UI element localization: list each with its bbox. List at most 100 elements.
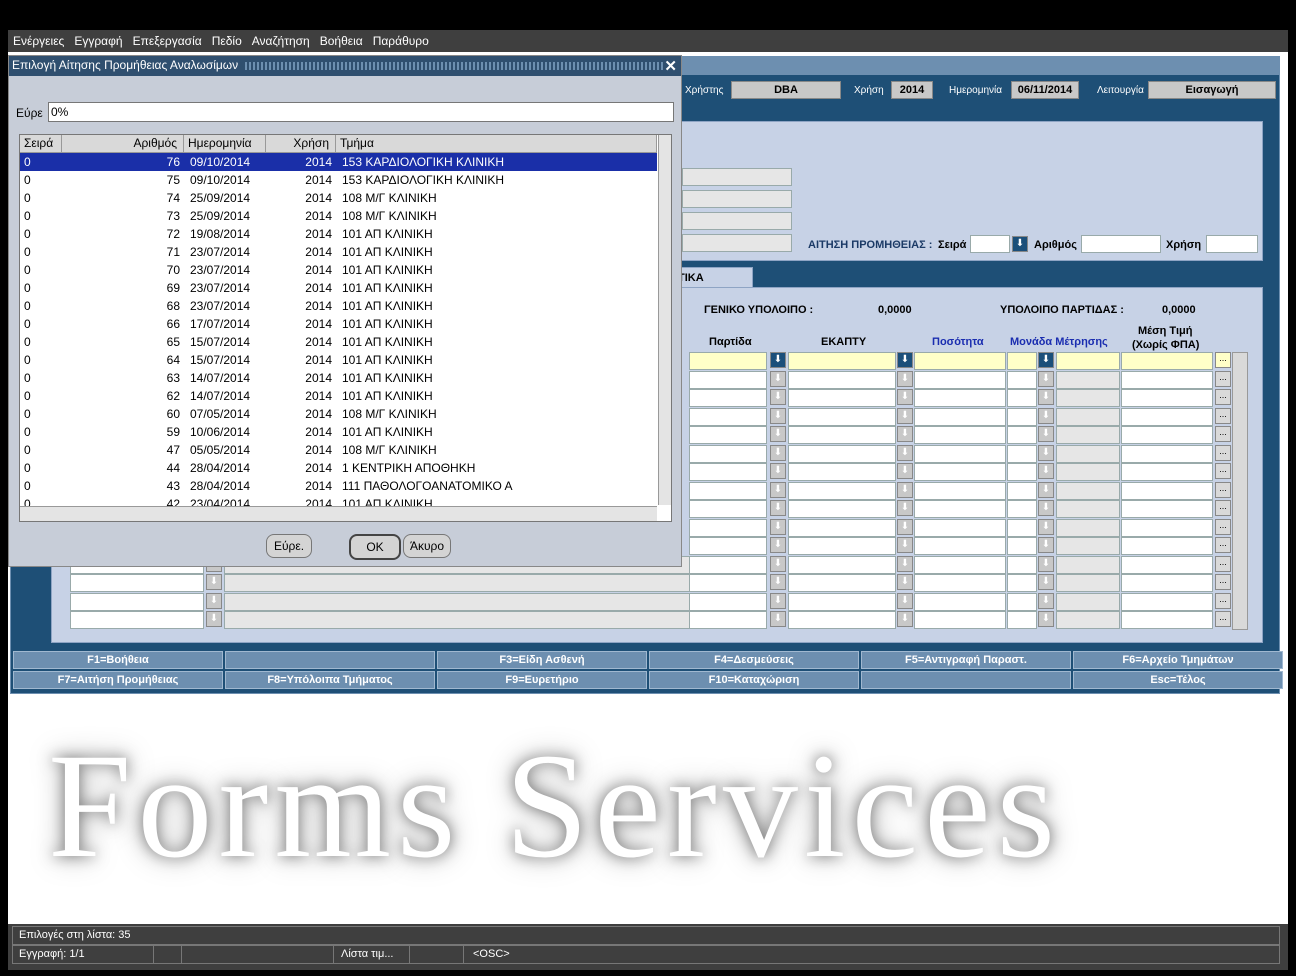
grid-quantity-input[interactable] [914, 518, 1006, 537]
list-row[interactable]: 0 43 28/04/2014 2014 111 ΠΑΘΟΛΟΓΟΑΝΑΤΟΜΙΚΟ Α [20, 477, 657, 495]
menu-item-1[interactable]: Εγγραφή [69, 30, 127, 52]
grid-avg-price-input[interactable] [1121, 537, 1213, 555]
menu-item-5[interactable]: Βοήθεια [315, 30, 368, 52]
grid-batch-input[interactable] [689, 537, 767, 555]
more-icon[interactable]: ... [1215, 370, 1231, 387]
menu-item-6[interactable]: Παράθυρο [368, 30, 434, 52]
grid-unit-input[interactable] [1007, 611, 1037, 629]
grid-ekapty-input[interactable] [788, 481, 896, 500]
more-icon[interactable]: ... [1215, 592, 1231, 609]
grid-batch-input[interactable] [689, 463, 767, 481]
lov-arrow-icon[interactable]: ⬇ [770, 592, 786, 609]
grid-batch-input[interactable] [689, 611, 767, 629]
grid-quantity-input[interactable] [914, 389, 1006, 407]
grid-batch-input[interactable] [689, 574, 767, 592]
lov-arrow-icon[interactable]: ⬇ [897, 537, 913, 553]
header-field-2[interactable] [682, 190, 792, 208]
lov-arrow-icon[interactable]: ⬇ [1038, 407, 1054, 424]
lov-arrow-icon[interactable]: ⬇ [770, 481, 786, 498]
grid-ekapty-input[interactable] [788, 611, 896, 629]
menu-item-0[interactable]: Ενέργειες [8, 30, 69, 52]
list-row[interactable]: 0 64 15/07/2014 2014 101 ΑΠ ΚΛΙΝΙΚΗ [20, 351, 657, 369]
list-row[interactable]: 0 76 09/10/2014 2014 153 ΚΑΡΔΙΟΛΟΓΙΚΗ ΚΛΙΝΙΚ… [20, 153, 657, 171]
lov-arrow-icon[interactable]: ⬇ [897, 518, 913, 535]
grid-ekapty-input[interactable] [788, 370, 896, 389]
lov-arrow-icon[interactable]: ⬇ [897, 574, 913, 590]
more-icon[interactable]: ... [1215, 574, 1231, 590]
function-key-button[interactable] [225, 651, 435, 669]
grid-quantity-input[interactable] [914, 370, 1006, 389]
grid-quantity-input[interactable] [914, 481, 1006, 500]
function-key-button[interactable]: F6=Αρχείο Τμημάτων [1073, 651, 1283, 669]
grid-avg-price-input[interactable] [1121, 426, 1213, 444]
grid-code-input[interactable] [70, 611, 204, 629]
grid-unit-input[interactable] [1007, 592, 1037, 611]
grid-unit-input[interactable] [1007, 537, 1037, 555]
list-row[interactable]: 0 47 05/05/2014 2014 108 Μ/Γ ΚΛΙΝΙΚΗ [20, 441, 657, 459]
grid-ekapty-input[interactable] [788, 389, 896, 407]
lov-arrow-icon[interactable]: ⬇ [1038, 481, 1054, 498]
lov-arrow-icon[interactable]: ⬇ [206, 592, 222, 609]
grid-unit-input[interactable] [1007, 500, 1037, 518]
header-field-4[interactable] [682, 234, 792, 252]
function-key-button[interactable]: F10=Καταχώριση [649, 671, 859, 689]
lov-arrow-icon[interactable]: ⬇ [897, 463, 913, 479]
more-icon[interactable]: ... [1215, 500, 1231, 516]
more-icon[interactable]: ... [1215, 481, 1231, 498]
lov-arrow-icon[interactable]: ⬇ [770, 574, 786, 590]
lov-arrow-icon[interactable]: ⬇ [1038, 426, 1054, 442]
grid-quantity-input[interactable] [914, 537, 1006, 555]
lov-arrow-icon[interactable]: ⬇ [770, 555, 786, 572]
list-column-header[interactable]: Τμήμα [336, 135, 657, 152]
lov-arrow-icon[interactable]: ⬇ [1038, 389, 1054, 405]
grid-ekapty-input[interactable] [788, 407, 896, 426]
lov-arrow-icon[interactable]: ⬇ [1038, 555, 1054, 572]
lov-arrow-icon[interactable]: ⬇ [1038, 500, 1054, 516]
grid-unit-input[interactable] [1007, 518, 1037, 537]
cancel-button[interactable]: Άκυρο [403, 534, 451, 558]
more-icon[interactable]: ... [1215, 444, 1231, 461]
grid-quantity-input[interactable] [914, 352, 1006, 370]
lov-arrow-icon[interactable]: ⬇ [897, 407, 913, 424]
grid-unit-input[interactable] [1007, 555, 1037, 574]
header-field-1[interactable] [682, 168, 792, 186]
grid-ekapty-input[interactable] [788, 463, 896, 481]
find-button[interactable]: Εύρε. [266, 534, 312, 558]
close-icon[interactable]: ✕ [664, 57, 677, 75]
grid-avg-price-input[interactable] [1121, 611, 1213, 629]
lov-arrow-icon[interactable]: ⬇ [1038, 370, 1054, 387]
lov-arrow-icon[interactable]: ⬇ [770, 463, 786, 479]
lov-arrow-icon[interactable]: ⬇ [770, 518, 786, 535]
lov-arrow-icon[interactable]: ⬇ [770, 370, 786, 387]
lov-arrow-icon[interactable]: ⬇ [1038, 444, 1054, 461]
grid-quantity-input[interactable] [914, 463, 1006, 481]
grid-ekapty-input[interactable] [788, 537, 896, 555]
grid-batch-input[interactable] [689, 389, 767, 407]
function-key-button[interactable]: F4=Δεσμεύσεις [649, 651, 859, 669]
more-icon[interactable]: ... [1215, 352, 1231, 368]
lov-arrow-icon[interactable]: ⬇ [897, 592, 913, 609]
function-key-button[interactable]: F1=Βοήθεια [13, 651, 223, 669]
grid-ekapty-input[interactable] [788, 592, 896, 611]
grid-batch-input[interactable] [689, 352, 767, 370]
grid-quantity-input[interactable] [914, 574, 1006, 592]
grid-unit-input[interactable] [1007, 574, 1037, 592]
grid-batch-input[interactable] [689, 592, 767, 611]
grid-avg-price-input[interactable] [1121, 463, 1213, 481]
lov-arrow-icon[interactable]: ⬇ [897, 444, 913, 461]
grid-avg-price-input[interactable] [1121, 555, 1213, 574]
menu-item-3[interactable]: Πεδίο [207, 30, 247, 52]
more-icon[interactable]: ... [1215, 426, 1231, 442]
more-icon[interactable]: ... [1215, 537, 1231, 553]
more-icon[interactable]: ... [1215, 407, 1231, 424]
lov-arrow-icon[interactable]: ⬇ [897, 426, 913, 442]
horizontal-scrollbar[interactable] [20, 506, 657, 521]
grid-batch-input[interactable] [689, 481, 767, 500]
header-field-3[interactable] [682, 212, 792, 230]
lov-arrow-icon[interactable]: ⬇ [1038, 352, 1054, 368]
lov-arrow-icon[interactable]: ⬇ [897, 611, 913, 627]
list-row[interactable]: 0 66 17/07/2014 2014 101 ΑΠ ΚΛΙΝΙΚΗ [20, 315, 657, 333]
grid-avg-price-input[interactable] [1121, 444, 1213, 463]
lov-arrow-icon[interactable]: ⬇ [1038, 592, 1054, 609]
function-key-button[interactable]: F8=Υπόλοιπα Τμήματος [225, 671, 435, 689]
